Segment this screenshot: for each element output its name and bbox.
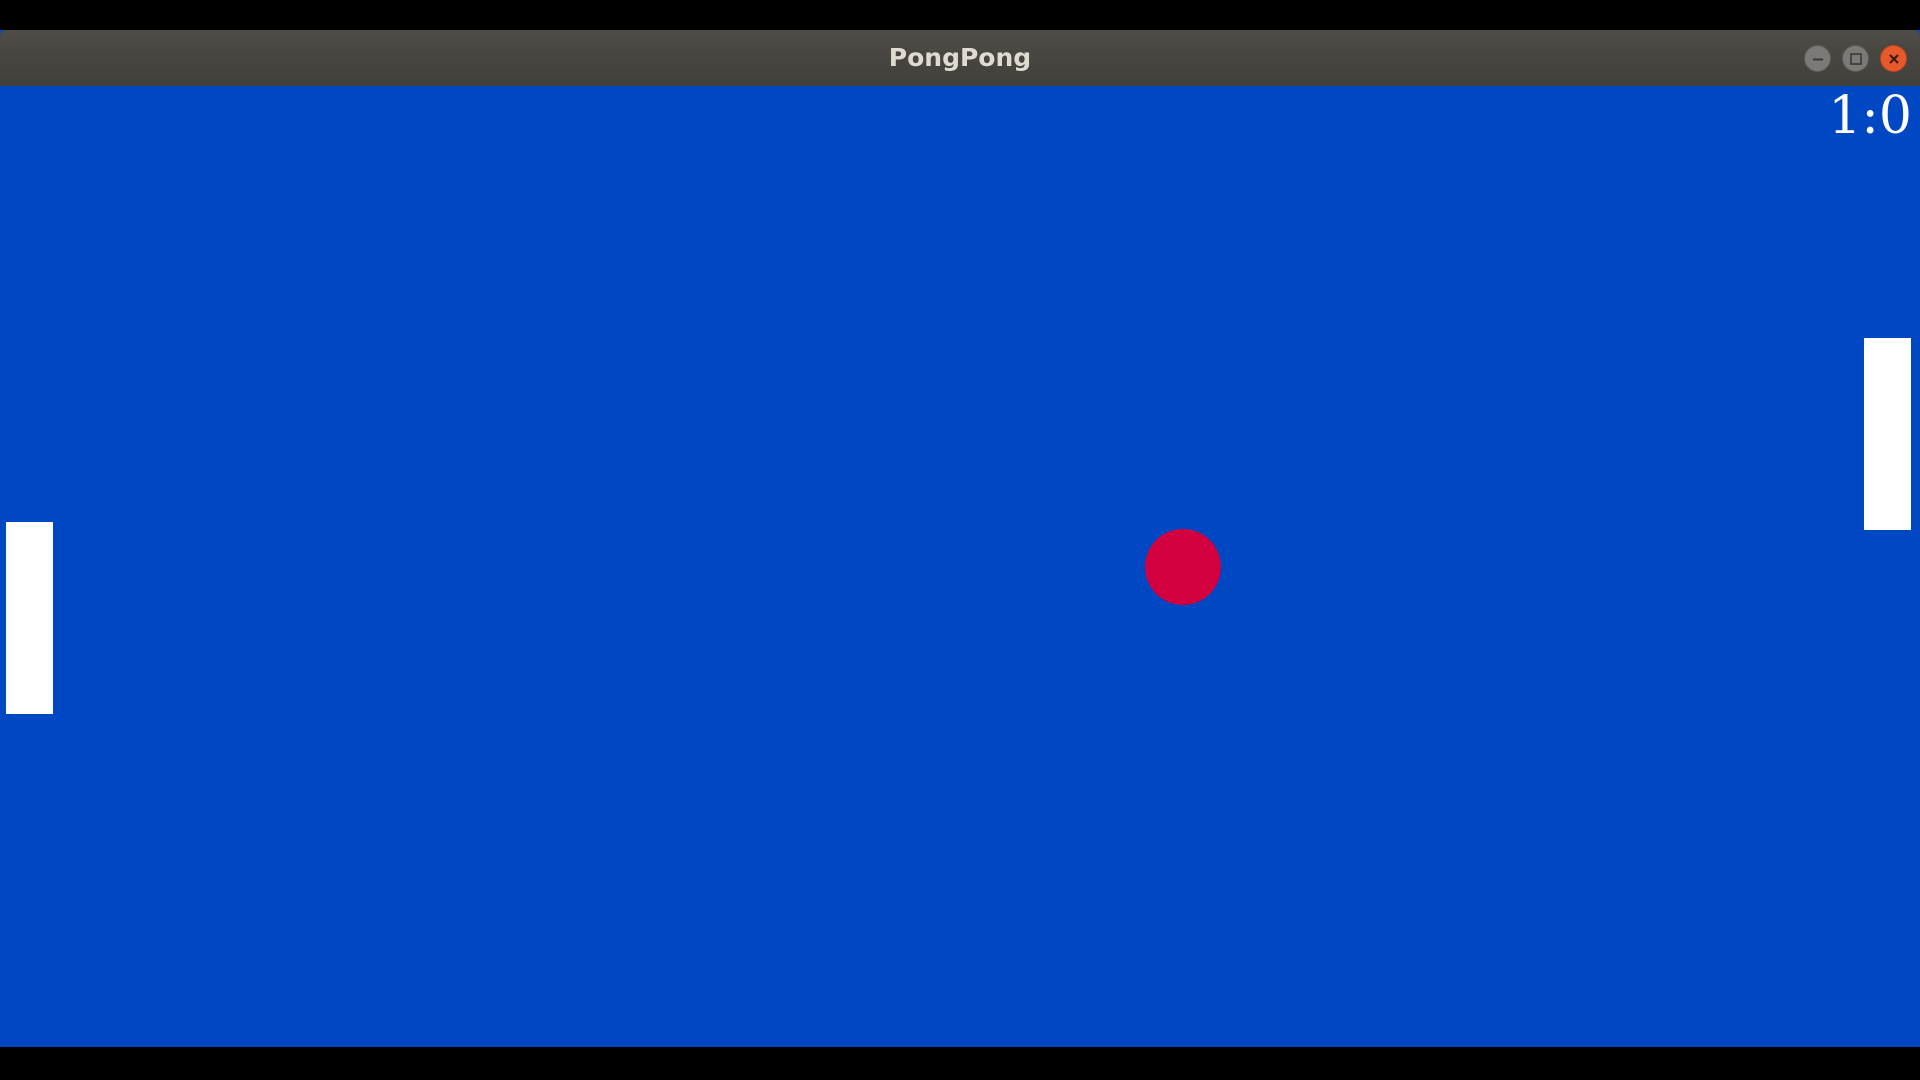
window-title: PongPong — [888, 43, 1032, 72]
right-paddle — [1864, 338, 1911, 530]
left-paddle — [6, 522, 53, 714]
maximize-button[interactable] — [1842, 45, 1869, 72]
close-icon — [1889, 54, 1899, 64]
maximize-icon — [1850, 53, 1862, 65]
score-display: 1:0 — [1828, 86, 1912, 146]
ball — [1145, 529, 1221, 605]
game-window: PongPong 1:0 — [0, 30, 1920, 1047]
screen: PongPong 1:0 — [0, 0, 1920, 1080]
game-playfield[interactable]: 1:0 — [0, 86, 1920, 1047]
close-button[interactable] — [1880, 45, 1907, 72]
minimize-button[interactable] — [1804, 45, 1831, 72]
minimize-icon — [1813, 58, 1823, 61]
window-titlebar[interactable]: PongPong — [0, 30, 1920, 86]
